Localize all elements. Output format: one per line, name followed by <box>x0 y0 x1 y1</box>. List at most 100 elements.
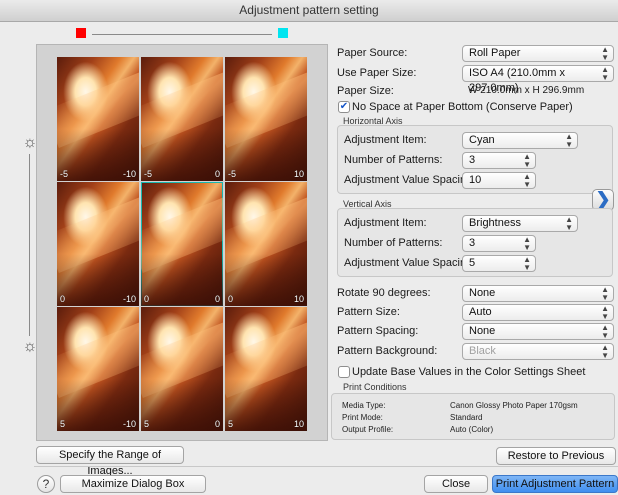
red-swatch <box>76 28 86 38</box>
pattern-cell[interactable]: 0 10 <box>225 182 307 306</box>
slider-track[interactable] <box>92 34 272 35</box>
cell-brightness-label: 0 <box>144 294 150 304</box>
paper-source-value: Roll Paper <box>469 47 521 59</box>
v-patterns-label: Number of Patterns: <box>344 237 443 249</box>
pattern-background-value: Black <box>469 345 496 357</box>
help-button[interactable]: ? <box>37 475 55 493</box>
update-base-label: Update Base Values in the Color Settings… <box>352 366 586 378</box>
pattern-cell[interactable]: -5 0 <box>141 57 223 181</box>
use-paper-size-popup[interactable]: ISO A4 (210.0mm x 297.0mm) ▲ ▼ <box>462 65 614 94</box>
pattern-preview: -5 -10 -5 0 -5 10 0 -10 0 0 0 10 5 -10 5 <box>36 44 328 441</box>
cell-cyan-label: -10 <box>122 294 136 304</box>
updown-arrows-icon: ▲ ▼ <box>601 304 609 321</box>
update-base-checkbox[interactable] <box>338 366 350 378</box>
updown-arrows-icon: ▲ ▼ <box>523 172 531 189</box>
print-conditions-group: Media Type: Canon Glossy Photo Paper 170… <box>331 393 615 440</box>
print-mode-label: Print Mode: <box>342 413 383 422</box>
no-space-checkbox[interactable]: ✔ <box>338 101 350 113</box>
no-space-label: No Space at Paper Bottom (Conserve Paper… <box>352 101 573 113</box>
h-adjustment-item-label: Adjustment Item: <box>344 134 427 146</box>
updown-arrows-icon: ▲ ▼ <box>601 65 609 82</box>
cell-cyan-label: 10 <box>293 169 304 179</box>
restore-button[interactable]: Restore to Previous <box>496 447 616 465</box>
h-spacing-label: Adjustment Value Spacing: <box>344 174 476 186</box>
pattern-size-value: Auto <box>469 306 492 318</box>
updown-arrows-icon: ▲ ▼ <box>523 152 531 169</box>
v-spacing-popup[interactable]: 5 ▲ ▼ <box>462 255 536 272</box>
updown-arrows-icon: ▲ ▼ <box>601 323 609 340</box>
cell-cyan-label: 10 <box>293 294 304 304</box>
updown-arrows-icon: ▲ ▼ <box>565 215 573 232</box>
pattern-size-popup[interactable]: Auto ▲ ▼ <box>462 304 614 321</box>
pattern-background-label: Pattern Background: <box>337 345 438 357</box>
v-patterns-popup[interactable]: 3 ▲ ▼ <box>462 235 536 252</box>
v-adjustment-item-value: Brightness <box>469 217 521 229</box>
h-patterns-popup[interactable]: 3 ▲ ▼ <box>462 152 536 169</box>
media-type-value: Canon Glossy Photo Paper 170gsm <box>450 401 578 410</box>
use-paper-size-label: Use Paper Size: <box>337 67 417 79</box>
slider-track[interactable] <box>29 154 30 336</box>
pattern-cell[interactable]: 5 -10 <box>57 307 139 431</box>
cell-brightness-label: 5 <box>144 419 150 429</box>
cell-cyan-label: 10 <box>293 419 304 429</box>
pattern-cell[interactable]: 5 0 <box>141 307 223 431</box>
pattern-spacing-popup[interactable]: None ▲ ▼ <box>462 323 614 340</box>
paper-source-label: Paper Source: <box>337 47 408 59</box>
v-spacing-value: 5 <box>469 257 476 269</box>
rotate-popup[interactable]: None ▲ ▼ <box>462 285 614 302</box>
cell-brightness-label: -5 <box>144 169 153 179</box>
pattern-background-popup: Black ▲ ▼ <box>462 343 614 360</box>
cyan-red-slider[interactable] <box>76 28 288 42</box>
footer-separator <box>34 466 618 467</box>
v-adjustment-item-popup[interactable]: Brightness ▲ ▼ <box>462 215 578 232</box>
output-profile-value: Auto (Color) <box>450 425 494 434</box>
window-titlebar: Adjustment pattern setting <box>0 0 618 22</box>
cell-cyan-label: 0 <box>214 294 220 304</box>
rotate-label: Rotate 90 degrees: <box>337 287 431 299</box>
cell-brightness-label: 0 <box>228 294 234 304</box>
pattern-cell[interactable]: 0 -10 <box>57 182 139 306</box>
maximize-button[interactable]: Maximize Dialog Box <box>60 475 206 493</box>
pattern-size-label: Pattern Size: <box>337 306 400 318</box>
v-adjustment-item-label: Adjustment Item: <box>344 217 427 229</box>
cell-brightness-label: 0 <box>60 294 66 304</box>
media-type-label: Media Type: <box>342 401 386 410</box>
specify-range-button[interactable]: Specify the Range of Images... <box>36 446 184 477</box>
updown-arrows-icon: ▲ ▼ <box>523 255 531 272</box>
window-title: Adjustment pattern setting <box>239 3 379 17</box>
vertical-axis-group: Adjustment Item: Brightness ▲ ▼ Number of… <box>337 208 613 277</box>
pattern-cell[interactable]: 5 10 <box>225 307 307 431</box>
cell-cyan-label: -10 <box>122 419 136 429</box>
pattern-spacing-label: Pattern Spacing: <box>337 325 419 337</box>
pattern-cell[interactable]: -5 10 <box>225 57 307 181</box>
output-profile-label: Output Profile: <box>342 425 394 434</box>
cell-cyan-label: 0 <box>214 419 220 429</box>
h-patterns-label: Number of Patterns: <box>344 154 443 166</box>
pattern-cell-selected[interactable]: 0 0 <box>141 182 223 306</box>
cell-cyan-label: -10 <box>122 169 136 179</box>
print-pattern-button[interactable]: Print Adjustment Pattern <box>492 475 618 493</box>
h-adjustment-item-popup[interactable]: Cyan ▲ ▼ <box>462 132 578 149</box>
h-spacing-popup[interactable]: 10 ▲ ▼ <box>462 172 536 189</box>
updown-arrows-icon: ▲ ▼ <box>601 343 609 360</box>
print-conditions-title: Print Conditions <box>343 382 407 392</box>
cell-cyan-label: 0 <box>214 169 220 179</box>
pattern-grid: -5 -10 -5 0 -5 10 0 -10 0 0 0 10 5 -10 5 <box>57 57 307 431</box>
v-spacing-label: Adjustment Value Spacing: <box>344 257 476 269</box>
paper-source-popup[interactable]: Roll Paper ▲ ▼ <box>462 45 614 62</box>
print-mode-value: Standard <box>450 413 483 422</box>
h-spacing-value: 10 <box>469 174 482 186</box>
pattern-spacing-value: None <box>469 325 496 337</box>
h-patterns-value: 3 <box>469 154 476 166</box>
updown-arrows-icon: ▲ ▼ <box>601 285 609 302</box>
updown-arrows-icon: ▲ ▼ <box>601 45 609 62</box>
v-patterns-value: 3 <box>469 237 476 249</box>
horizontal-axis-group: Adjustment Item: Cyan ▲ ▼ Number of Patte… <box>337 125 613 194</box>
h-adjustment-item-value: Cyan <box>469 134 495 146</box>
close-button[interactable]: Close <box>424 475 488 493</box>
cell-brightness-label: 5 <box>228 419 234 429</box>
cyan-swatch <box>278 28 288 38</box>
cell-brightness-label: -5 <box>228 169 237 179</box>
pattern-cell[interactable]: -5 -10 <box>57 57 139 181</box>
updown-arrows-icon: ▲ ▼ <box>565 132 573 149</box>
